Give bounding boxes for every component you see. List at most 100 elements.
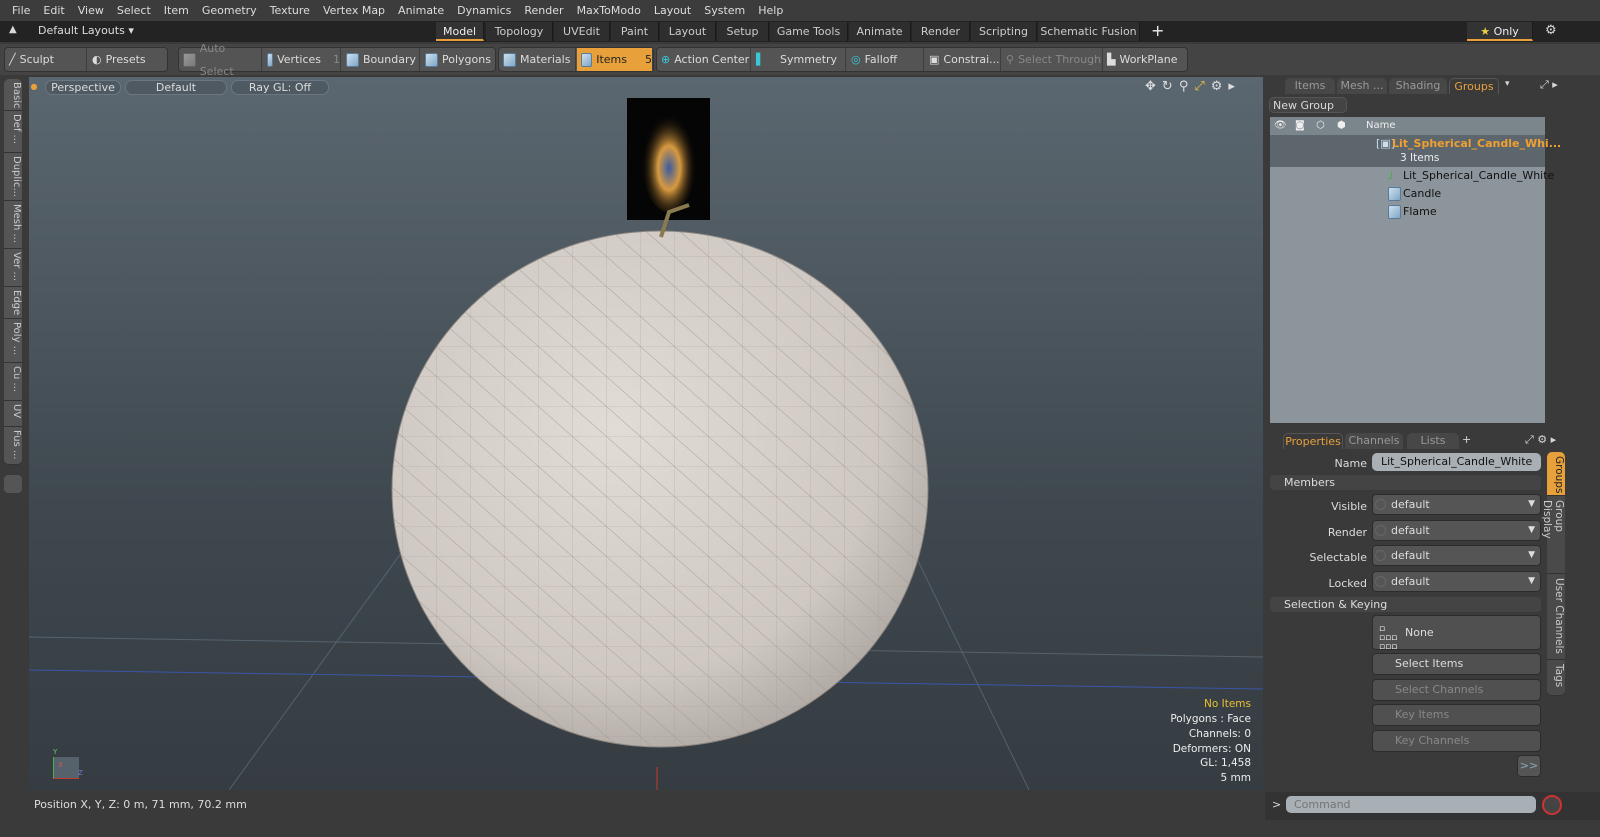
viewport-settings-icon[interactable]: ⚙ (1211, 79, 1223, 94)
menu-system[interactable]: System (698, 4, 751, 17)
sculpt-button[interactable]: ╱ Sculpt (5, 48, 87, 71)
auto-select-button[interactable]: Auto Select (179, 42, 262, 78)
members-section[interactable]: Members (1270, 475, 1541, 490)
sidetab-tags[interactable]: Tags (1547, 660, 1565, 696)
tab-shading[interactable]: Shading (1389, 78, 1447, 94)
command-input[interactable] (1286, 796, 1536, 813)
new-group-button[interactable]: New Group (1269, 97, 1347, 113)
tab-groups[interactable]: Groups (1449, 78, 1499, 94)
tab-vertex[interactable]: Ver ... (4, 249, 22, 287)
vertices-button[interactable]: Vertices 1 (263, 48, 341, 71)
viewport-expand-icon[interactable]: ▸ (1228, 79, 1235, 94)
tab-topology[interactable]: Topology (486, 22, 553, 41)
tab-items[interactable]: Items (1285, 78, 1335, 94)
group-name-field[interactable]: Lit_Spherical_Candle_White (3) (1372, 453, 1541, 486)
tab-polygon[interactable]: Poly ... (4, 319, 22, 363)
raygl-toggle[interactable]: Ray GL: Off (231, 80, 329, 95)
selectable-dropdown[interactable]: default ▼ (1372, 545, 1541, 566)
panel-settings-icon[interactable]: ⤢ ⚙ ▸ (1525, 433, 1556, 447)
tab-paint[interactable]: Paint (611, 22, 659, 41)
view-perspective-dropdown[interactable]: Perspective (45, 80, 121, 95)
add-tab-button[interactable]: + (1462, 433, 1471, 446)
zoom-view-icon[interactable]: ⚲ (1179, 79, 1189, 94)
tab-setup[interactable]: Setup (717, 22, 769, 41)
candle-sphere[interactable] (391, 230, 929, 748)
move-view-icon[interactable]: ✥ (1145, 79, 1156, 94)
tab-edge[interactable]: Edge (4, 287, 22, 319)
3d-viewport[interactable]: ● Perspective Default Ray GL: Off ✥ ↻ ⚲ ⤢ ⚙ ▸… (29, 77, 1263, 790)
menu-dynamics[interactable]: Dynamics (451, 4, 517, 17)
falloff-button[interactable]: ◎ Falloff (847, 48, 924, 71)
sidetab-user-channels[interactable]: User Channels (1547, 574, 1565, 660)
key-items-button[interactable]: Key Items (1372, 704, 1541, 726)
locked-dropdown[interactable]: default ▼ (1372, 571, 1541, 592)
expand-tabs-button[interactable] (4, 475, 22, 493)
menu-render[interactable]: Render (518, 4, 569, 17)
visibility-column-icon[interactable]: 👁 (1274, 117, 1287, 135)
tab-uv[interactable]: UV (4, 401, 22, 427)
list-item[interactable]: Flame (1270, 203, 1545, 221)
lock-column-icon[interactable]: ⬢ (1337, 117, 1346, 135)
list-item[interactable]: Candle (1270, 185, 1545, 203)
menu-vertex-map[interactable]: Vertex Map (317, 4, 391, 17)
boundary-button[interactable]: Boundary (342, 48, 420, 71)
constraints-button[interactable]: ▣ Constrai... (925, 48, 1001, 71)
tab-lists[interactable]: Lists (1407, 433, 1459, 449)
hierarchy-mode-button[interactable]: ▫ ▫▫▫ ▫▫▫ None (1372, 615, 1541, 652)
tabs-dropdown-icon[interactable]: ▾ (1505, 79, 1510, 89)
menu-geometry[interactable]: Geometry (196, 4, 263, 17)
menu-file[interactable]: File (6, 4, 36, 17)
more-button[interactable]: >> (1517, 755, 1541, 777)
render-column-icon[interactable]: ◙ (1295, 117, 1305, 135)
polygons-button[interactable]: Polygons (421, 48, 496, 71)
key-channels-button[interactable]: Key Channels (1372, 730, 1541, 752)
tab-scripting[interactable]: Scripting (971, 22, 1037, 41)
select-through-button[interactable]: ⚲ Select Through (1002, 48, 1103, 71)
menu-texture[interactable]: Texture (264, 4, 316, 17)
tab-model[interactable]: Model (436, 22, 484, 41)
workplane-button[interactable]: ▙ WorkPlane (1103, 48, 1187, 71)
tab-duplicate[interactable]: Duplic... (4, 153, 22, 201)
record-icon[interactable] (1542, 795, 1562, 815)
render-dropdown[interactable]: default ▼ (1372, 520, 1541, 541)
add-layout-button[interactable]: + (1151, 21, 1164, 40)
tab-basic[interactable]: Basic (4, 79, 22, 111)
menu-edit[interactable]: Edit (37, 4, 70, 17)
tab-channels[interactable]: Channels (1345, 433, 1403, 449)
menu-maxtomodo[interactable]: MaxToModo (571, 4, 647, 17)
rotate-view-icon[interactable]: ↻ (1162, 79, 1173, 94)
menu-select[interactable]: Select (111, 4, 157, 17)
items-button[interactable]: Items 5 (577, 48, 653, 71)
tab-uvedit[interactable]: UVEdit (554, 22, 610, 41)
tab-fusion[interactable]: Fus ... (4, 427, 22, 465)
shading-dropdown[interactable]: Default (125, 80, 227, 95)
name-column-header[interactable]: Name (1366, 117, 1396, 135)
gear-icon[interactable]: ⚙ (1545, 23, 1557, 38)
select-channels-button[interactable]: Select Channels (1372, 679, 1541, 701)
tab-schematic-fusion[interactable]: Schematic Fusion (1038, 22, 1140, 41)
menu-animate[interactable]: Animate (392, 4, 450, 17)
layout-selector[interactable]: Default Layouts ▾ (38, 24, 134, 37)
select-column-icon[interactable]: ⬡ (1316, 117, 1325, 135)
tab-render[interactable]: Render (912, 22, 970, 41)
list-item[interactable]: ⅃ Lit_Spherical_Candle_White (1270, 167, 1554, 185)
group-row[interactable]: [▣] Lit_Spherical_Candle_Whi... 3 Items (1270, 135, 1561, 167)
visible-dropdown[interactable]: default ▼ (1372, 494, 1541, 515)
tab-animate[interactable]: Animate (849, 22, 911, 41)
viewport-options-icon[interactable]: ● (29, 80, 39, 95)
tab-deform[interactable]: Def ... (4, 111, 22, 153)
only-toggle[interactable]: ★ Only (1467, 22, 1533, 41)
menu-item[interactable]: Item (158, 4, 195, 17)
selection-keying-section[interactable]: Selection & Keying (1270, 597, 1541, 612)
menu-help[interactable]: Help (752, 4, 789, 17)
sidetab-groups[interactable]: Groups (1547, 452, 1565, 496)
select-items-button[interactable]: Select Items (1372, 653, 1541, 675)
menu-layout[interactable]: Layout (648, 4, 697, 17)
tab-properties[interactable]: Properties (1283, 433, 1343, 449)
sidetab-group-display[interactable]: Group Display (1541, 496, 1565, 574)
tab-layout[interactable]: Layout (660, 22, 716, 41)
menu-view[interactable]: View (72, 4, 110, 17)
maximize-icon[interactable]: ⤢ ▸ (1540, 78, 1558, 92)
tab-game-tools[interactable]: Game Tools (770, 22, 848, 41)
tab-mesh[interactable]: Mesh ... (1337, 78, 1387, 94)
